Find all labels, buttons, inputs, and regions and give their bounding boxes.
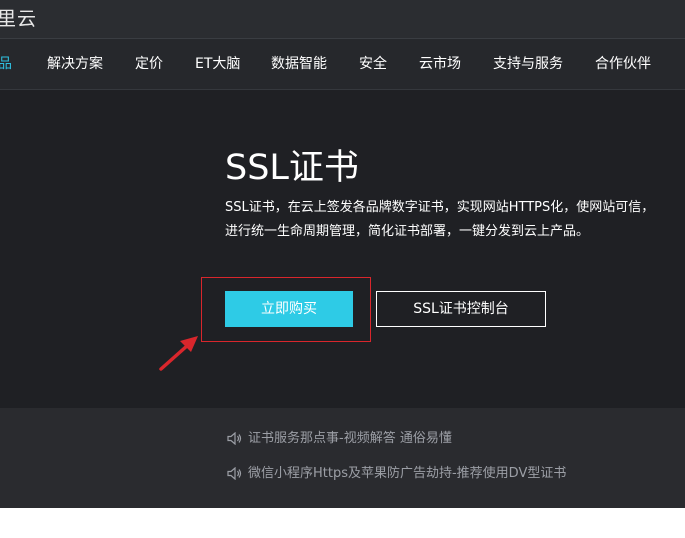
nav-item-security[interactable]: 安全 <box>359 39 387 89</box>
nav-item-products[interactable]: 品 <box>0 39 12 89</box>
top-bar: 里云 <box>0 0 685 39</box>
description-line-2: 进行统一生命周期管理，简化证书部署，一键分发到云上产品。 <box>225 224 590 239</box>
main-nav: 品 解决方案 定价 ET大脑 数据智能 安全 云市场 支持与服务 合作伙伴 <box>0 39 685 90</box>
news-section: 证书服务那点事-视频解答 通俗易懂 微信小程序Https及苹果防广告劫持-推荐使… <box>0 408 685 508</box>
product-description: SSL证书，在云上签发各品牌数字证书，实现网站HTTPS化，使网站可信， 进行统… <box>225 196 685 244</box>
nav-item-et-brain[interactable]: ET大脑 <box>195 39 240 89</box>
nav-item-pricing[interactable]: 定价 <box>135 39 163 89</box>
speaker-icon <box>227 466 242 481</box>
brand-logo-text[interactable]: 里云 <box>0 4 37 31</box>
nav-item-support[interactable]: 支持与服务 <box>493 39 563 89</box>
page-bottom-area <box>0 508 685 538</box>
description-line-1: SSL证书，在云上签发各品牌数字证书，实现网站HTTPS化，使网站可信， <box>225 200 655 215</box>
news-item[interactable]: 证书服务那点事-视频解答 通俗易懂 <box>227 429 452 449</box>
ssl-console-button[interactable]: SSL证书控制台 <box>376 291 546 327</box>
nav-item-data-intelligence[interactable]: 数据智能 <box>271 39 327 89</box>
news-item-text: 证书服务那点事-视频解答 通俗易懂 <box>248 431 452 446</box>
page-title: SSL证书 <box>225 148 359 188</box>
nav-item-marketplace[interactable]: 云市场 <box>419 39 461 89</box>
nav-item-solutions[interactable]: 解决方案 <box>47 39 103 89</box>
hero-banner: SSL证书 SSL证书，在云上签发各品牌数字证书，实现网站HTTPS化，使网站可… <box>0 90 685 408</box>
nav-item-partners[interactable]: 合作伙伴 <box>595 39 651 89</box>
speaker-icon <box>227 431 242 446</box>
annotation-arrow-icon <box>159 336 198 371</box>
news-item[interactable]: 微信小程序Https及苹果防广告劫持-推荐使用DV型证书 <box>227 464 566 484</box>
buy-now-button[interactable]: 立即购买 <box>225 291 353 327</box>
news-item-text: 微信小程序Https及苹果防广告劫持-推荐使用DV型证书 <box>248 466 567 481</box>
